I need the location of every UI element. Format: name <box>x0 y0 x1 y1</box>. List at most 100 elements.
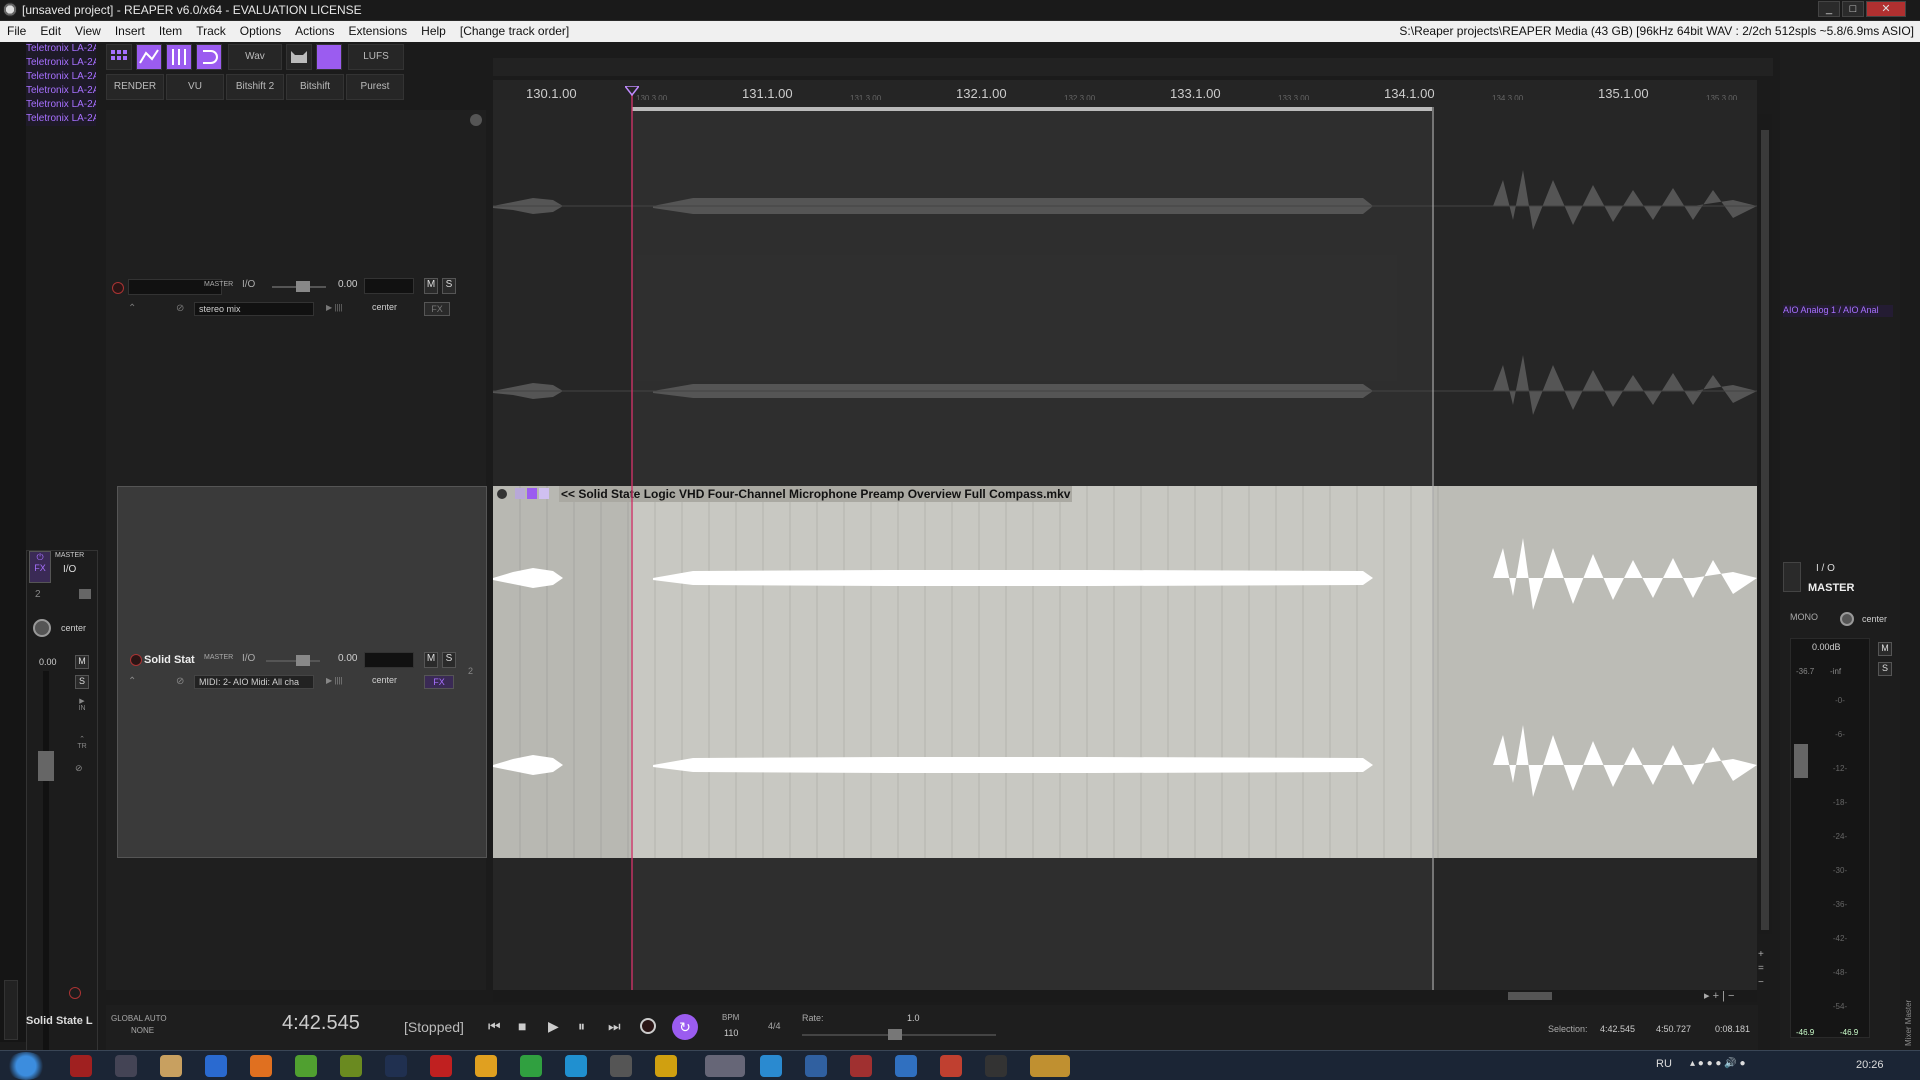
volume-knob[interactable] <box>296 281 310 292</box>
phase-icon[interactable]: ⊘ <box>176 303 184 314</box>
pan-knob[interactable] <box>33 619 51 637</box>
fx-item[interactable]: Teletronix LA-2A <box>26 70 96 84</box>
solo-button[interactable]: S <box>442 278 456 294</box>
mixer-trim-icon[interactable]: ⌃ TR <box>75 735 89 757</box>
horizontal-scrollbar[interactable] <box>493 990 1757 1002</box>
app-icon[interactable] <box>385 1055 407 1077</box>
mixer-fader-track[interactable] <box>43 671 49 1051</box>
input-select[interactable]: MIDI: 2- AIO Midi: All cha <box>194 675 314 689</box>
monitor-icon[interactable]: ▶ |||| <box>326 676 343 685</box>
master-pan-knob[interactable] <box>1840 612 1854 626</box>
folder-icon[interactable] <box>79 589 91 599</box>
mixer-dock-tab[interactable] <box>4 980 18 1040</box>
rate-slider-knob[interactable] <box>888 1029 902 1040</box>
master-fx-power-icon[interactable] <box>1783 562 1801 592</box>
menu-help[interactable]: Help <box>414 21 453 41</box>
play-icon[interactable]: ▶ <box>548 1018 559 1035</box>
skip-end-icon[interactable]: ⏭ <box>608 1018 621 1035</box>
grid-icon[interactable] <box>106 44 132 70</box>
app-icon[interactable] <box>250 1055 272 1077</box>
master-solo-button[interactable]: S <box>1878 662 1892 676</box>
purest-button[interactable]: Purest <box>346 74 404 100</box>
master-mute-button[interactable]: M <box>1878 642 1892 656</box>
auto-mode-button[interactable]: NONE <box>131 1026 154 1035</box>
fx-item[interactable]: Teletronix LA-2A <box>26 112 96 126</box>
app-icon[interactable] <box>115 1055 137 1077</box>
bars-icon[interactable] <box>166 44 192 70</box>
pause-icon[interactable]: ⏸ <box>578 1018 585 1035</box>
mixer-fader-knob[interactable] <box>38 751 54 781</box>
bitshift-button[interactable]: Bitshift <box>286 74 344 100</box>
horizontal-scroll-thumb[interactable] <box>1508 992 1552 1000</box>
item-mute-icon[interactable] <box>515 488 525 499</box>
gear-icon[interactable] <box>470 114 482 126</box>
fx-item[interactable]: Teletronix LA-2A <box>26 42 96 56</box>
selection-end[interactable]: 4:50.727 <box>1656 1024 1691 1034</box>
menu-file[interactable]: File <box>0 21 33 41</box>
menu-track[interactable]: Track <box>189 21 233 41</box>
app-icon[interactable] <box>160 1055 182 1077</box>
mixer-master-tab[interactable]: Mixer Master <box>1904 946 1918 1046</box>
language-indicator[interactable]: RU <box>1656 1058 1672 1070</box>
record-arm-icon[interactable] <box>112 282 124 294</box>
reaper-icon[interactable] <box>985 1055 1007 1077</box>
close-button[interactable]: ✕ <box>1866 1 1906 17</box>
lufs-button[interactable]: LUFS <box>348 44 404 70</box>
app-icon[interactable] <box>565 1055 587 1077</box>
bpm-value[interactable]: 110 <box>724 1028 738 1038</box>
app-icon[interactable] <box>70 1055 92 1077</box>
envelope-icon[interactable] <box>136 44 162 70</box>
menu-change-track-order[interactable]: [Change track order] <box>453 21 576 41</box>
menu-extensions[interactable]: Extensions <box>341 21 414 41</box>
envelope-icon[interactable]: ⌃ <box>128 303 136 314</box>
start-button-icon[interactable] <box>6 1052 46 1080</box>
app-icon[interactable] <box>805 1055 827 1077</box>
hzoom-controls[interactable]: ▸ + | − <box>1704 989 1734 1002</box>
app-icon[interactable] <box>340 1055 362 1077</box>
time-signature[interactable]: 4/4 <box>768 1021 781 1031</box>
item-fx-icon[interactable] <box>539 488 549 499</box>
repeat-icon[interactable]: ↻ <box>672 1014 698 1040</box>
app-icon[interactable] <box>205 1055 227 1077</box>
app-icon[interactable] <box>895 1055 917 1077</box>
phase-icon[interactable]: ⊘ <box>176 676 184 687</box>
mixer-record-arm-icon[interactable] <box>69 987 81 999</box>
app-icon[interactable] <box>520 1055 542 1077</box>
app-icon[interactable] <box>705 1055 745 1077</box>
item-info-icon[interactable] <box>527 488 537 499</box>
menu-options[interactable]: Options <box>233 21 288 41</box>
volume-knob[interactable] <box>296 655 310 666</box>
purple-square-icon[interactable] <box>316 44 342 70</box>
app-icon[interactable] <box>610 1055 632 1077</box>
edit-cursor[interactable] <box>631 95 633 990</box>
mixer-solo-button[interactable]: S <box>75 675 89 689</box>
menu-edit[interactable]: Edit <box>33 21 68 41</box>
wav-button[interactable]: Wav <box>228 44 282 70</box>
mixer-mute-button[interactable]: M <box>75 655 89 669</box>
track2-name[interactable]: Solid Stat <box>144 654 195 666</box>
app-icon[interactable] <box>655 1055 677 1077</box>
fx-power-icon[interactable]: ⏻ FX <box>29 551 51 583</box>
tray-icons[interactable]: ▴ ● ● ● 🔊 ● <box>1690 1058 1746 1069</box>
app-icon[interactable] <box>475 1055 497 1077</box>
app-icon[interactable] <box>430 1055 452 1077</box>
mute-button[interactable]: M <box>424 652 438 668</box>
app-icon[interactable] <box>295 1055 317 1077</box>
pan-value[interactable]: center <box>372 675 397 685</box>
clock[interactable]: 20:26 <box>1856 1059 1884 1071</box>
fx-item[interactable]: Teletronix LA-2A <box>26 98 96 112</box>
vu-button[interactable]: VU <box>166 74 224 100</box>
chrome-icon[interactable] <box>940 1055 962 1077</box>
master-output-routing[interactable]: AIO Analog 1 / AIO Anal <box>1783 305 1893 317</box>
input-select[interactable]: stereo mix <box>194 302 314 316</box>
vertical-scroll-thumb[interactable] <box>1761 130 1769 930</box>
master-io-button[interactable]: I / O <box>1816 563 1835 574</box>
envelope-icon[interactable]: ⌃ <box>128 676 136 687</box>
mixer-phase-icon[interactable]: ⊘ <box>75 763 83 774</box>
selection-length[interactable]: 0:08.181 <box>1715 1024 1750 1034</box>
master-fader-knob[interactable] <box>1794 744 1808 778</box>
io-button[interactable]: I/O <box>242 279 262 290</box>
stop-icon[interactable]: ■ <box>518 1018 526 1034</box>
pan-value[interactable]: center <box>372 302 397 312</box>
vzoom-controls[interactable]: + = − <box>1758 948 1764 990</box>
